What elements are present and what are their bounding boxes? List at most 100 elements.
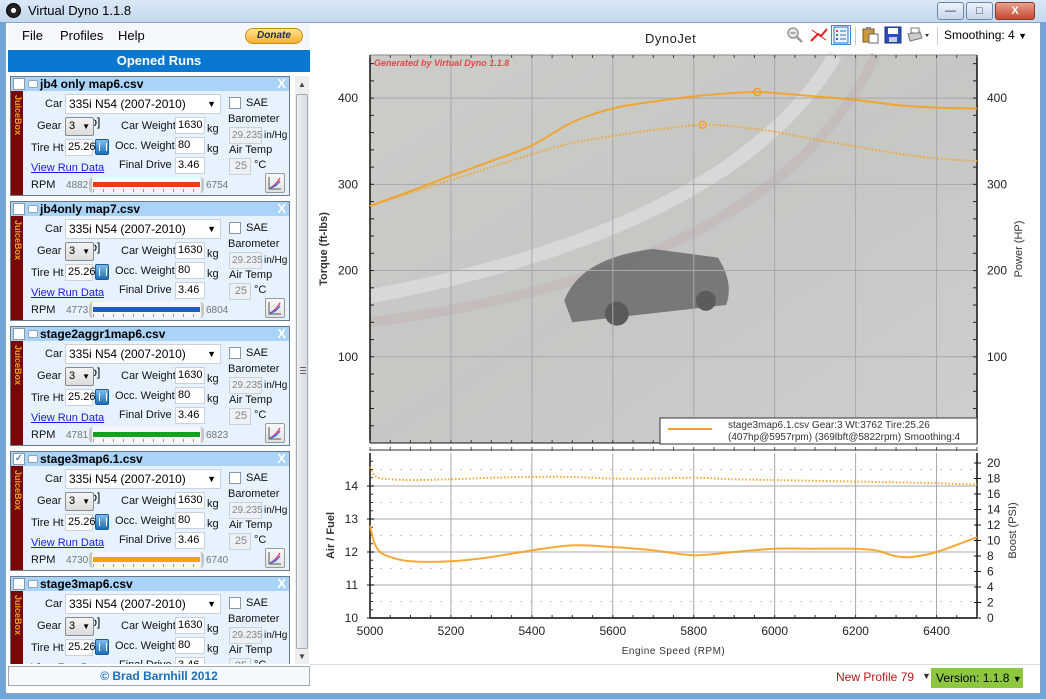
car-weight-input[interactable]: 1630	[175, 492, 205, 509]
close-run-icon[interactable]: X	[277, 326, 286, 341]
calculator-icon[interactable]	[95, 514, 109, 530]
car-select[interactable]: 335i N54 (2007-2010) [Auto]▼	[65, 344, 221, 379]
graph-button[interactable]	[265, 298, 285, 318]
view-run-data-link[interactable]: View Run Data	[31, 537, 104, 549]
profile-dropdown[interactable]: New Profile 79	[836, 670, 914, 684]
rpm-range-slider[interactable]	[89, 427, 204, 443]
sae-checkbox[interactable]	[229, 472, 241, 484]
gear-select[interactable]: 3 ▼	[65, 367, 94, 386]
legend-toggle-icon[interactable]	[831, 25, 851, 45]
graph-button[interactable]	[265, 548, 285, 568]
air-temp-input[interactable]: 25	[229, 533, 251, 550]
sae-checkbox[interactable]	[229, 347, 241, 359]
calculator-icon[interactable]	[95, 639, 109, 655]
tire-ht-input[interactable]: 25.26	[65, 389, 96, 406]
car-weight-input[interactable]: 1630	[175, 117, 205, 134]
car-select[interactable]: 335i N54 (2007-2010) [Auto]▼	[65, 594, 221, 629]
run-select-checkbox[interactable]	[13, 328, 25, 340]
barometer-input[interactable]: 29.235	[229, 127, 263, 144]
occ-weight-input[interactable]: 80	[175, 262, 205, 279]
rpm-range-slider[interactable]	[89, 302, 204, 318]
calculator-icon[interactable]	[95, 139, 109, 155]
car-select[interactable]: 335i N54 (2007-2010) [Auto]▼	[65, 94, 221, 129]
save-icon[interactable]	[884, 26, 902, 44]
version-dropdown[interactable]: Version: 1.1.8 ▼	[931, 668, 1023, 688]
rpm-range-slider[interactable]	[89, 177, 204, 193]
car-select[interactable]: 335i N54 (2007-2010) [Auto]▼	[65, 219, 221, 254]
view-run-data-link[interactable]: View Run Data	[31, 287, 104, 299]
occ-weight-input[interactable]: 80	[175, 512, 205, 529]
dyno-chart[interactable]: 100200300400100200300400Torque (ft-lbs) P…	[310, 48, 1046, 662]
close-run-icon[interactable]: X	[277, 76, 286, 91]
air-temp-input[interactable]: 25	[229, 283, 251, 300]
graph-button[interactable]	[265, 173, 285, 193]
calculator-icon[interactable]	[95, 264, 109, 280]
close-run-icon[interactable]: X	[277, 576, 286, 591]
car-select[interactable]: 335i N54 (2007-2010) [Auto]▼	[65, 469, 221, 504]
zoom-out-icon[interactable]	[786, 26, 804, 44]
scroll-down-icon[interactable]: ▼	[295, 650, 309, 664]
donate-button[interactable]: Donate	[245, 28, 303, 44]
slider-range[interactable]	[93, 307, 200, 312]
final-drive-input[interactable]: 3.46	[175, 157, 205, 174]
sae-checkbox[interactable]	[229, 97, 241, 109]
sae-checkbox[interactable]	[229, 597, 241, 609]
slider-range[interactable]	[93, 182, 200, 187]
view-run-data-link[interactable]: View Run Data	[31, 412, 104, 424]
tire-ht-input[interactable]: 25.26	[65, 639, 96, 656]
menu-file[interactable]: File	[22, 28, 43, 43]
barometer-input[interactable]: 29.235	[229, 252, 263, 269]
runs-scrollbar[interactable]: ▲ ▼	[295, 76, 309, 664]
view-run-data-link[interactable]: View Run Data	[31, 662, 104, 664]
occ-weight-input[interactable]: 80	[175, 637, 205, 654]
air-temp-input[interactable]: 25	[229, 658, 251, 664]
scroll-up-icon[interactable]: ▲	[295, 78, 309, 92]
minimize-button[interactable]: —	[937, 2, 964, 20]
run-select-checkbox[interactable]	[13, 578, 25, 590]
final-drive-input[interactable]: 3.46	[175, 282, 205, 299]
gear-select[interactable]: 3 ▼	[65, 617, 94, 636]
menu-profiles[interactable]: Profiles	[60, 28, 103, 43]
print-icon[interactable]	[906, 26, 930, 44]
final-drive-input[interactable]: 3.46	[175, 532, 205, 549]
gear-select[interactable]: 3 ▼	[65, 242, 94, 261]
rpm-range-slider[interactable]	[89, 552, 204, 568]
car-weight-input[interactable]: 1630	[175, 617, 205, 634]
scroll-thumb[interactable]	[296, 94, 308, 649]
close-run-icon[interactable]: X	[277, 451, 286, 466]
sae-checkbox[interactable]	[229, 222, 241, 234]
smoothing-dropdown[interactable]: Smoothing: 4 ▼	[944, 28, 1027, 42]
menu-help[interactable]: Help	[118, 28, 145, 43]
air-temp-input[interactable]: 25	[229, 158, 251, 175]
occ-weight-input[interactable]: 80	[175, 387, 205, 404]
graph-button[interactable]	[265, 423, 285, 443]
run-select-checkbox[interactable]	[13, 203, 25, 215]
copy-clipboard-icon[interactable]	[861, 26, 879, 44]
calculator-icon[interactable]	[95, 389, 109, 405]
air-temp-input[interactable]: 25	[229, 408, 251, 425]
final-drive-input[interactable]: 3.46	[175, 657, 205, 664]
close-run-icon[interactable]: X	[277, 201, 286, 216]
gear-select[interactable]: 3 ▼	[65, 492, 94, 511]
barometer-input[interactable]: 29.235	[229, 502, 263, 519]
barometer-input[interactable]: 29.235	[229, 627, 263, 644]
final-drive-input[interactable]: 3.46	[175, 407, 205, 424]
occ-weight-input[interactable]: 80	[175, 137, 205, 154]
clear-lines-icon[interactable]	[810, 26, 828, 44]
slider-range[interactable]	[93, 557, 200, 562]
run-select-checkbox[interactable]: ✓	[13, 453, 25, 465]
gear-select[interactable]: 3 ▼	[65, 117, 94, 136]
tire-ht-input[interactable]: 25.26	[65, 139, 96, 156]
car-weight-input[interactable]: 1630	[175, 242, 205, 259]
maximize-button[interactable]: □	[966, 2, 993, 20]
barometer-input[interactable]: 29.235	[229, 377, 263, 394]
run-select-checkbox[interactable]	[13, 78, 25, 90]
slider-range[interactable]	[93, 432, 200, 437]
tire-ht-input[interactable]: 25.26	[65, 264, 96, 281]
chevron-down-icon[interactable]: ▼	[922, 671, 931, 681]
close-button[interactable]: X	[995, 2, 1035, 20]
car-weight-input[interactable]: 1630	[175, 367, 205, 384]
car-label: Car	[45, 98, 63, 110]
tire-ht-input[interactable]: 25.26	[65, 514, 96, 531]
view-run-data-link[interactable]: View Run Data	[31, 162, 104, 174]
